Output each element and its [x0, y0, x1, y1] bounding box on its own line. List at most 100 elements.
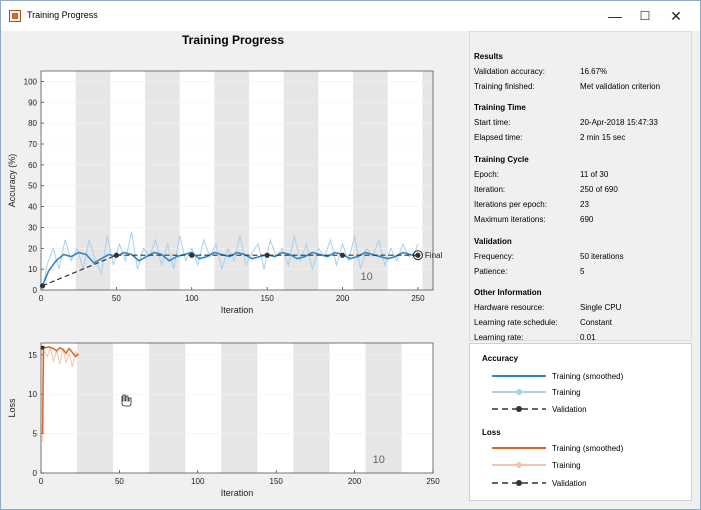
info-label: Learning rate schedule:	[474, 318, 558, 327]
info-value: 11 of 30	[580, 170, 609, 179]
info-label: Validation accuracy:	[474, 67, 545, 76]
loss-chart: 0510150 50 100 150 200 250IterationLoss10	[7, 342, 440, 498]
loss-y-axis-label: Loss	[7, 398, 17, 418]
loss-y-tick-label: 5	[33, 430, 38, 439]
accuracy-x-tick-label: 250	[411, 294, 425, 303]
accuracy-x-tick-label: 200	[336, 294, 350, 303]
accuracy-validation-point	[113, 252, 119, 258]
accuracy-y-axis-label: Accuracy (%)	[7, 154, 17, 208]
info-value: Single CPU	[580, 303, 622, 312]
close-button[interactable]: ✕	[656, 5, 696, 27]
info-value: 250 of 690	[580, 185, 618, 194]
legend-marker-loss-training	[516, 462, 522, 468]
loss-epoch-band	[77, 343, 114, 473]
legend-label: Training (smoothed)	[552, 372, 624, 381]
info-value: 5	[580, 267, 585, 276]
info-label: Learning rate:	[474, 333, 524, 342]
loss-epoch-band	[149, 343, 186, 473]
info-label: Hardware resource:	[474, 303, 545, 312]
validation-heading: Validation	[474, 237, 512, 246]
legend-label: Training	[552, 388, 581, 397]
accuracy-x-tick-label: 0	[39, 294, 44, 303]
legend-marker-accuracy-training	[516, 389, 522, 395]
info-value: 16.67%	[580, 67, 608, 76]
legend-accuracy-heading: Accuracy	[482, 354, 519, 363]
info-label: Frequency:	[474, 252, 515, 261]
legend-label: Training (smoothed)	[552, 444, 624, 453]
other-information-heading: Other Information	[474, 288, 542, 297]
accuracy-y-tick-label: 10	[28, 265, 37, 274]
legend-panel: Accuracy Training (smoothed) Training Va…	[469, 343, 692, 501]
matlab-app-icon	[9, 10, 21, 22]
info-value: 50 iterations	[580, 252, 624, 261]
accuracy-x-axis-label: Iteration	[221, 305, 254, 315]
title-bar[interactable]: Training Progress — ☐ ✕	[1, 1, 700, 31]
info-label: Elapsed time:	[474, 133, 523, 142]
legend-marker-accuracy-validation	[516, 406, 522, 412]
loss-epoch-band	[221, 343, 258, 473]
info-label: Epoch:	[474, 170, 499, 179]
loss-x-tick-label: 200	[348, 477, 362, 486]
loss-x-tick-label: 150	[270, 477, 284, 486]
plots-svg: Training Progress 0102030405060708090100…	[7, 33, 443, 498]
accuracy-chart: 0 10 20 30 40 50 60 70 80 90 100 0 50 100 150 200 250 Ite…	[7, 70, 443, 315]
accuracy-validation-point	[415, 252, 421, 258]
accuracy-x-tick-label: 100	[185, 294, 199, 303]
loss-epoch-number: 10	[373, 454, 385, 466]
accuracy-validation-point	[339, 252, 346, 258]
info-label: Iterations per epoch:	[474, 200, 547, 209]
accuracy-y-tick-label: 80	[28, 119, 37, 128]
accuracy-y-tick-label: 20	[28, 244, 37, 253]
accuracy-final-label: Final	[425, 251, 443, 260]
info-label: Training finished:	[474, 82, 535, 91]
loss-x-tick-label: 50	[115, 477, 124, 486]
accuracy-validation-point	[189, 252, 195, 258]
info-value: 20-Apr-2018 15:47:33	[580, 118, 658, 127]
accuracy-validation-point	[264, 252, 270, 258]
results-heading: Results	[474, 52, 503, 61]
info-label: Iteration:	[474, 185, 506, 194]
accuracy-x-tick-label: 150	[260, 294, 274, 303]
legend-loss-heading: Loss	[482, 428, 501, 437]
legend-loss-swatches	[492, 447, 546, 486]
accuracy-y-tick-label: 0	[33, 286, 38, 295]
accuracy-y-tick-label: 50	[28, 182, 37, 191]
info-label: Maximum iterations:	[474, 215, 546, 224]
accuracy-y-tick-label: 30	[28, 223, 37, 232]
loss-x-axis-label: Iteration	[221, 488, 254, 498]
accuracy-y-tick-label: 40	[28, 203, 37, 212]
accuracy-y-tick-label: 60	[28, 161, 37, 170]
info-value: 0.01	[580, 333, 596, 342]
legend-accuracy-swatches	[492, 375, 546, 412]
accuracy-y-tick-label: 100	[24, 77, 38, 86]
info-value: 690	[580, 215, 594, 224]
accuracy-x-tick-label: 50	[112, 294, 121, 303]
loss-x-tick-label: 250	[426, 477, 440, 486]
legend-label: Training	[552, 461, 581, 470]
loss-y-tick-label: 15	[28, 351, 37, 360]
accuracy-y-tick-label: 70	[28, 140, 37, 149]
plot-panel: Training Progress 0 10 20 30 40 50 60 70 80 90 100…	[7, 31, 462, 504]
info-value: 23	[580, 200, 589, 209]
info-value: Met validation criterion	[580, 82, 661, 91]
legend-marker-loss-validation	[516, 480, 522, 486]
info-value: Constant	[580, 318, 613, 327]
loss-x-tick-label: 0	[39, 477, 44, 486]
legend-label: Validation	[552, 405, 587, 414]
legend-label: Validation	[552, 479, 587, 488]
accuracy-y-tick-label: 90	[28, 98, 37, 107]
training-info-panel: Results Validation accuracy: 16.67% Trai…	[469, 31, 692, 342]
window-title: Training Progress	[27, 10, 98, 20]
training-time-heading: Training Time	[474, 103, 526, 112]
training-cycle-heading: Training Cycle	[474, 155, 529, 164]
side-panel: Results Validation accuracy: 16.67% Trai…	[469, 31, 692, 501]
training-progress-window: Training Progress — ☐ ✕ Training Progres…	[0, 0, 701, 510]
accuracy-validation-point	[39, 283, 46, 289]
loss-y-tick-label: 10	[28, 390, 37, 399]
loss-y-tick-label: 0	[33, 469, 38, 478]
info-label: Patience:	[474, 267, 508, 276]
accuracy-epoch-number: 10	[361, 271, 373, 283]
info-label: Start time:	[474, 118, 511, 127]
plot-title: Training Progress	[182, 33, 284, 47]
info-value: 2 min 15 sec	[580, 133, 626, 142]
